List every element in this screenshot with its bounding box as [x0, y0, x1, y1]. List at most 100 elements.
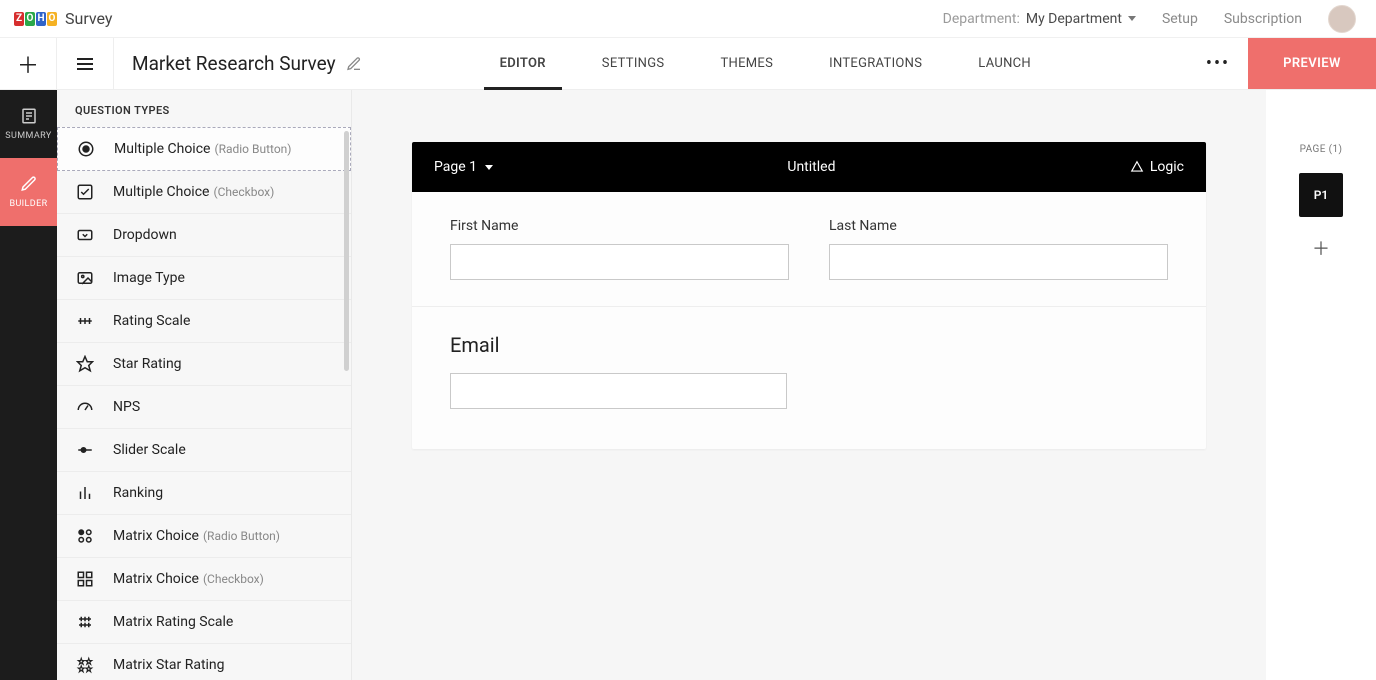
qtype-ranking[interactable]: Ranking — [57, 472, 351, 515]
tab-settings[interactable]: SETTINGS — [602, 38, 665, 89]
brand-text: Survey — [65, 9, 112, 28]
star-icon — [75, 354, 95, 374]
add-button[interactable]: ＋ — [0, 38, 57, 89]
matrix-rating-icon — [75, 612, 95, 632]
add-page-button[interactable]: ＋ — [1312, 235, 1330, 261]
list-button[interactable] — [57, 38, 114, 89]
tabs: EDITOR SETTINGS THEMES INTEGRATIONS LAUN… — [380, 38, 1188, 89]
top-header-right: Department: My Department Setup Subscrip… — [943, 5, 1356, 33]
logic-button[interactable]: Logic — [1130, 159, 1184, 175]
qtype-label: Multiple Choice — [114, 141, 210, 157]
left-rail: SUMMARY BUILDER — [0, 90, 57, 680]
qtype-sublabel: (Radio Button) — [203, 529, 280, 543]
qtype-rating-scale[interactable]: Rating Scale — [57, 300, 351, 343]
qtype-label: Matrix Rating Scale — [113, 614, 233, 630]
qtype-sublabel: (Checkbox) — [213, 185, 274, 199]
pages-label: PAGE (1) — [1300, 144, 1343, 155]
image-icon — [75, 268, 95, 288]
edit-title-icon[interactable] — [346, 56, 362, 72]
list-icon — [77, 55, 93, 73]
first-name-label: First Name — [450, 218, 789, 234]
preview-button[interactable]: PREVIEW — [1248, 38, 1376, 89]
page-thumb-1[interactable]: P1 — [1299, 173, 1343, 217]
pages-rail: PAGE (1) P1 ＋ — [1266, 90, 1376, 680]
qtype-sublabel: (Checkbox) — [203, 572, 264, 586]
qtype-matrix-rating[interactable]: Matrix Rating Scale — [57, 601, 351, 644]
qtype-matrix-checkbox[interactable]: Matrix Choice (Checkbox) — [57, 558, 351, 601]
qtype-matrix-radio[interactable]: Matrix Choice (Radio Button) — [57, 515, 351, 558]
qtype-label: Image Type — [113, 270, 185, 286]
scrollbar[interactable] — [344, 131, 349, 371]
radio-icon — [76, 139, 96, 159]
qtype-slider-scale[interactable]: Slider Scale — [57, 429, 351, 472]
qtype-label: NPS — [113, 399, 140, 415]
qtype-star-rating[interactable]: Star Rating — [57, 343, 351, 386]
department-label: Department: — [943, 11, 1020, 27]
plus-icon: ＋ — [1312, 239, 1330, 260]
logic-icon — [1130, 160, 1144, 174]
tab-launch[interactable]: LAUNCH — [978, 38, 1031, 89]
brand-logo[interactable]: ZOHO Survey — [14, 9, 112, 28]
subscription-link[interactable]: Subscription — [1224, 11, 1302, 27]
rail-summary[interactable]: SUMMARY — [0, 90, 57, 158]
dropdown-icon — [75, 225, 95, 245]
qtype-multiple-choice-radio[interactable]: Multiple Choice(Radio Button) — [57, 127, 351, 171]
email-input[interactable] — [450, 373, 787, 409]
setup-link[interactable]: Setup — [1162, 11, 1198, 27]
qtype-label: Matrix Choice — [113, 528, 199, 544]
qtype-label: Dropdown — [113, 227, 177, 243]
tab-editor[interactable]: EDITOR — [500, 38, 546, 89]
more-button[interactable]: ••• — [1188, 38, 1248, 89]
page-header: Page 1 Untitled Logic — [412, 142, 1206, 192]
logic-label: Logic — [1150, 159, 1184, 175]
qtype-matrix-star[interactable]: Matrix Star Rating — [57, 644, 351, 680]
qtype-multiple-choice-checkbox[interactable]: Multiple Choice (Checkbox) — [57, 171, 351, 214]
question-types-title: QUESTION TYPES — [57, 90, 351, 127]
slider-icon — [75, 440, 95, 460]
tab-themes[interactable]: THEMES — [720, 38, 773, 89]
qtype-label: Matrix Choice — [113, 571, 199, 587]
qtype-label: Ranking — [113, 485, 163, 501]
page-label: Page 1 — [434, 159, 477, 175]
rating-scale-icon — [75, 311, 95, 331]
survey-title[interactable]: Market Research Survey — [132, 52, 336, 75]
page-title[interactable]: Untitled — [787, 159, 835, 175]
matrix-checkbox-icon — [75, 569, 95, 589]
qtype-label: Matrix Star Rating — [113, 657, 225, 673]
checkbox-icon — [75, 182, 95, 202]
more-icon: ••• — [1206, 53, 1230, 74]
question-email[interactable]: Email — [412, 307, 1206, 449]
rail-summary-label: SUMMARY — [5, 131, 51, 141]
qtype-label: Multiple Choice — [113, 184, 209, 200]
tab-integrations[interactable]: INTEGRATIONS — [829, 38, 922, 89]
ranking-icon — [75, 483, 95, 503]
rail-builder-label: BUILDER — [9, 199, 47, 209]
first-name-input[interactable] — [450, 244, 789, 280]
question-name[interactable]: First Name Last Name — [412, 192, 1206, 307]
qtype-image[interactable]: Image Type — [57, 257, 351, 300]
page-selector[interactable]: Page 1 — [434, 159, 493, 175]
chevron-down-icon — [1128, 16, 1136, 21]
last-name-input[interactable] — [829, 244, 1168, 280]
gauge-icon — [75, 397, 95, 417]
question-types-list[interactable]: Multiple Choice(Radio Button) Multiple C… — [57, 127, 351, 680]
qtype-label: Slider Scale — [113, 442, 186, 458]
plus-icon: ＋ — [17, 48, 39, 80]
question-types-panel: QUESTION TYPES Multiple Choice(Radio But… — [57, 90, 352, 680]
rail-builder[interactable]: BUILDER — [0, 158, 57, 226]
page-block: Page 1 Untitled Logic First Name — [412, 142, 1206, 449]
matrix-radio-icon — [75, 526, 95, 546]
last-name-label: Last Name — [829, 218, 1168, 234]
toolbar: ＋ Market Research Survey EDITOR SETTINGS… — [0, 38, 1376, 90]
chevron-down-icon — [485, 165, 493, 170]
qtype-nps[interactable]: NPS — [57, 386, 351, 429]
matrix-star-icon — [75, 655, 95, 675]
avatar[interactable] — [1328, 5, 1356, 33]
qtype-label: Star Rating — [113, 356, 182, 372]
department-selector[interactable]: Department: My Department — [943, 11, 1136, 27]
qtype-label: Rating Scale — [113, 313, 190, 329]
pencil-icon — [20, 175, 38, 193]
department-value: My Department — [1026, 11, 1122, 27]
qtype-dropdown[interactable]: Dropdown — [57, 214, 351, 257]
top-header: ZOHO Survey Department: My Department Se… — [0, 0, 1376, 38]
